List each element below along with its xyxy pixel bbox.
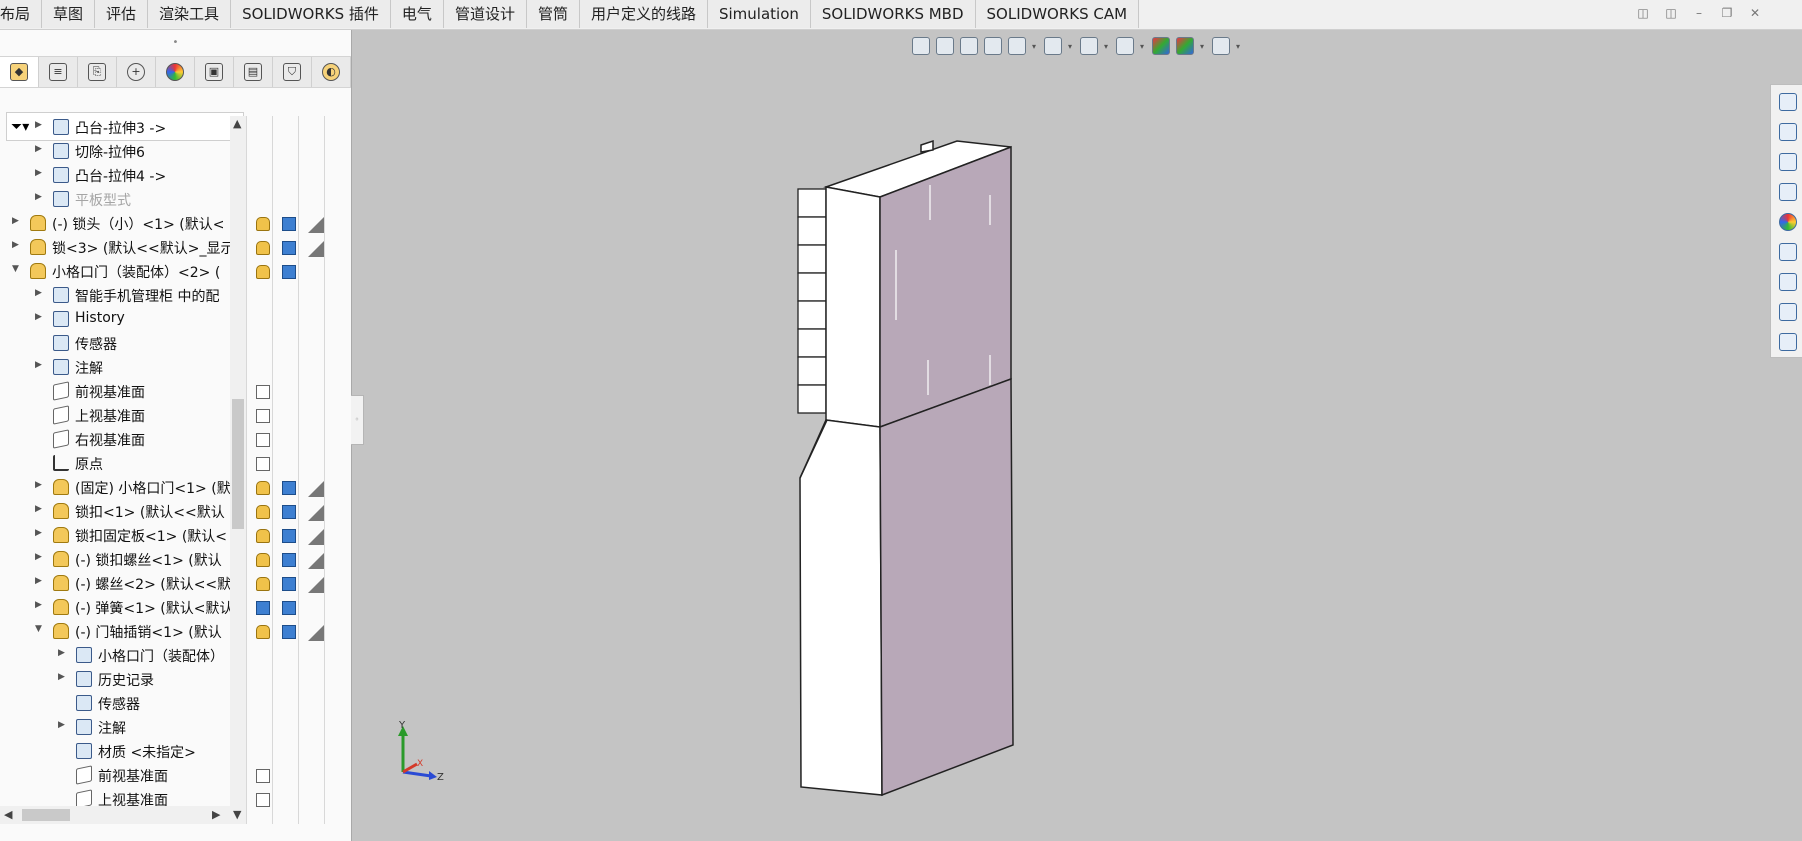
home-icon[interactable] xyxy=(1779,93,1797,111)
triad-y-label: Y xyxy=(398,720,406,731)
triad-z-label: Z xyxy=(437,772,444,780)
latch-tabs xyxy=(797,188,827,414)
reference-triad: Y X Z xyxy=(398,720,444,780)
view-palette-icon[interactable] xyxy=(1779,183,1797,201)
plm-icon[interactable] xyxy=(1779,333,1797,351)
forum-icon[interactable] xyxy=(1779,273,1797,291)
task-pane xyxy=(1770,84,1802,358)
lower-cabinet-body xyxy=(799,377,1014,797)
solidworks-resources-icon[interactable] xyxy=(1779,303,1797,321)
appearances-icon[interactable] xyxy=(1779,213,1797,231)
model-viewport-render[interactable] xyxy=(0,0,1802,841)
file-explorer-icon[interactable] xyxy=(1779,153,1797,171)
custom-properties-icon[interactable] xyxy=(1779,243,1797,261)
triad-x-label: X xyxy=(417,759,423,769)
upper-cabinet-box xyxy=(823,139,1012,429)
design-library-icon[interactable] xyxy=(1779,123,1797,141)
